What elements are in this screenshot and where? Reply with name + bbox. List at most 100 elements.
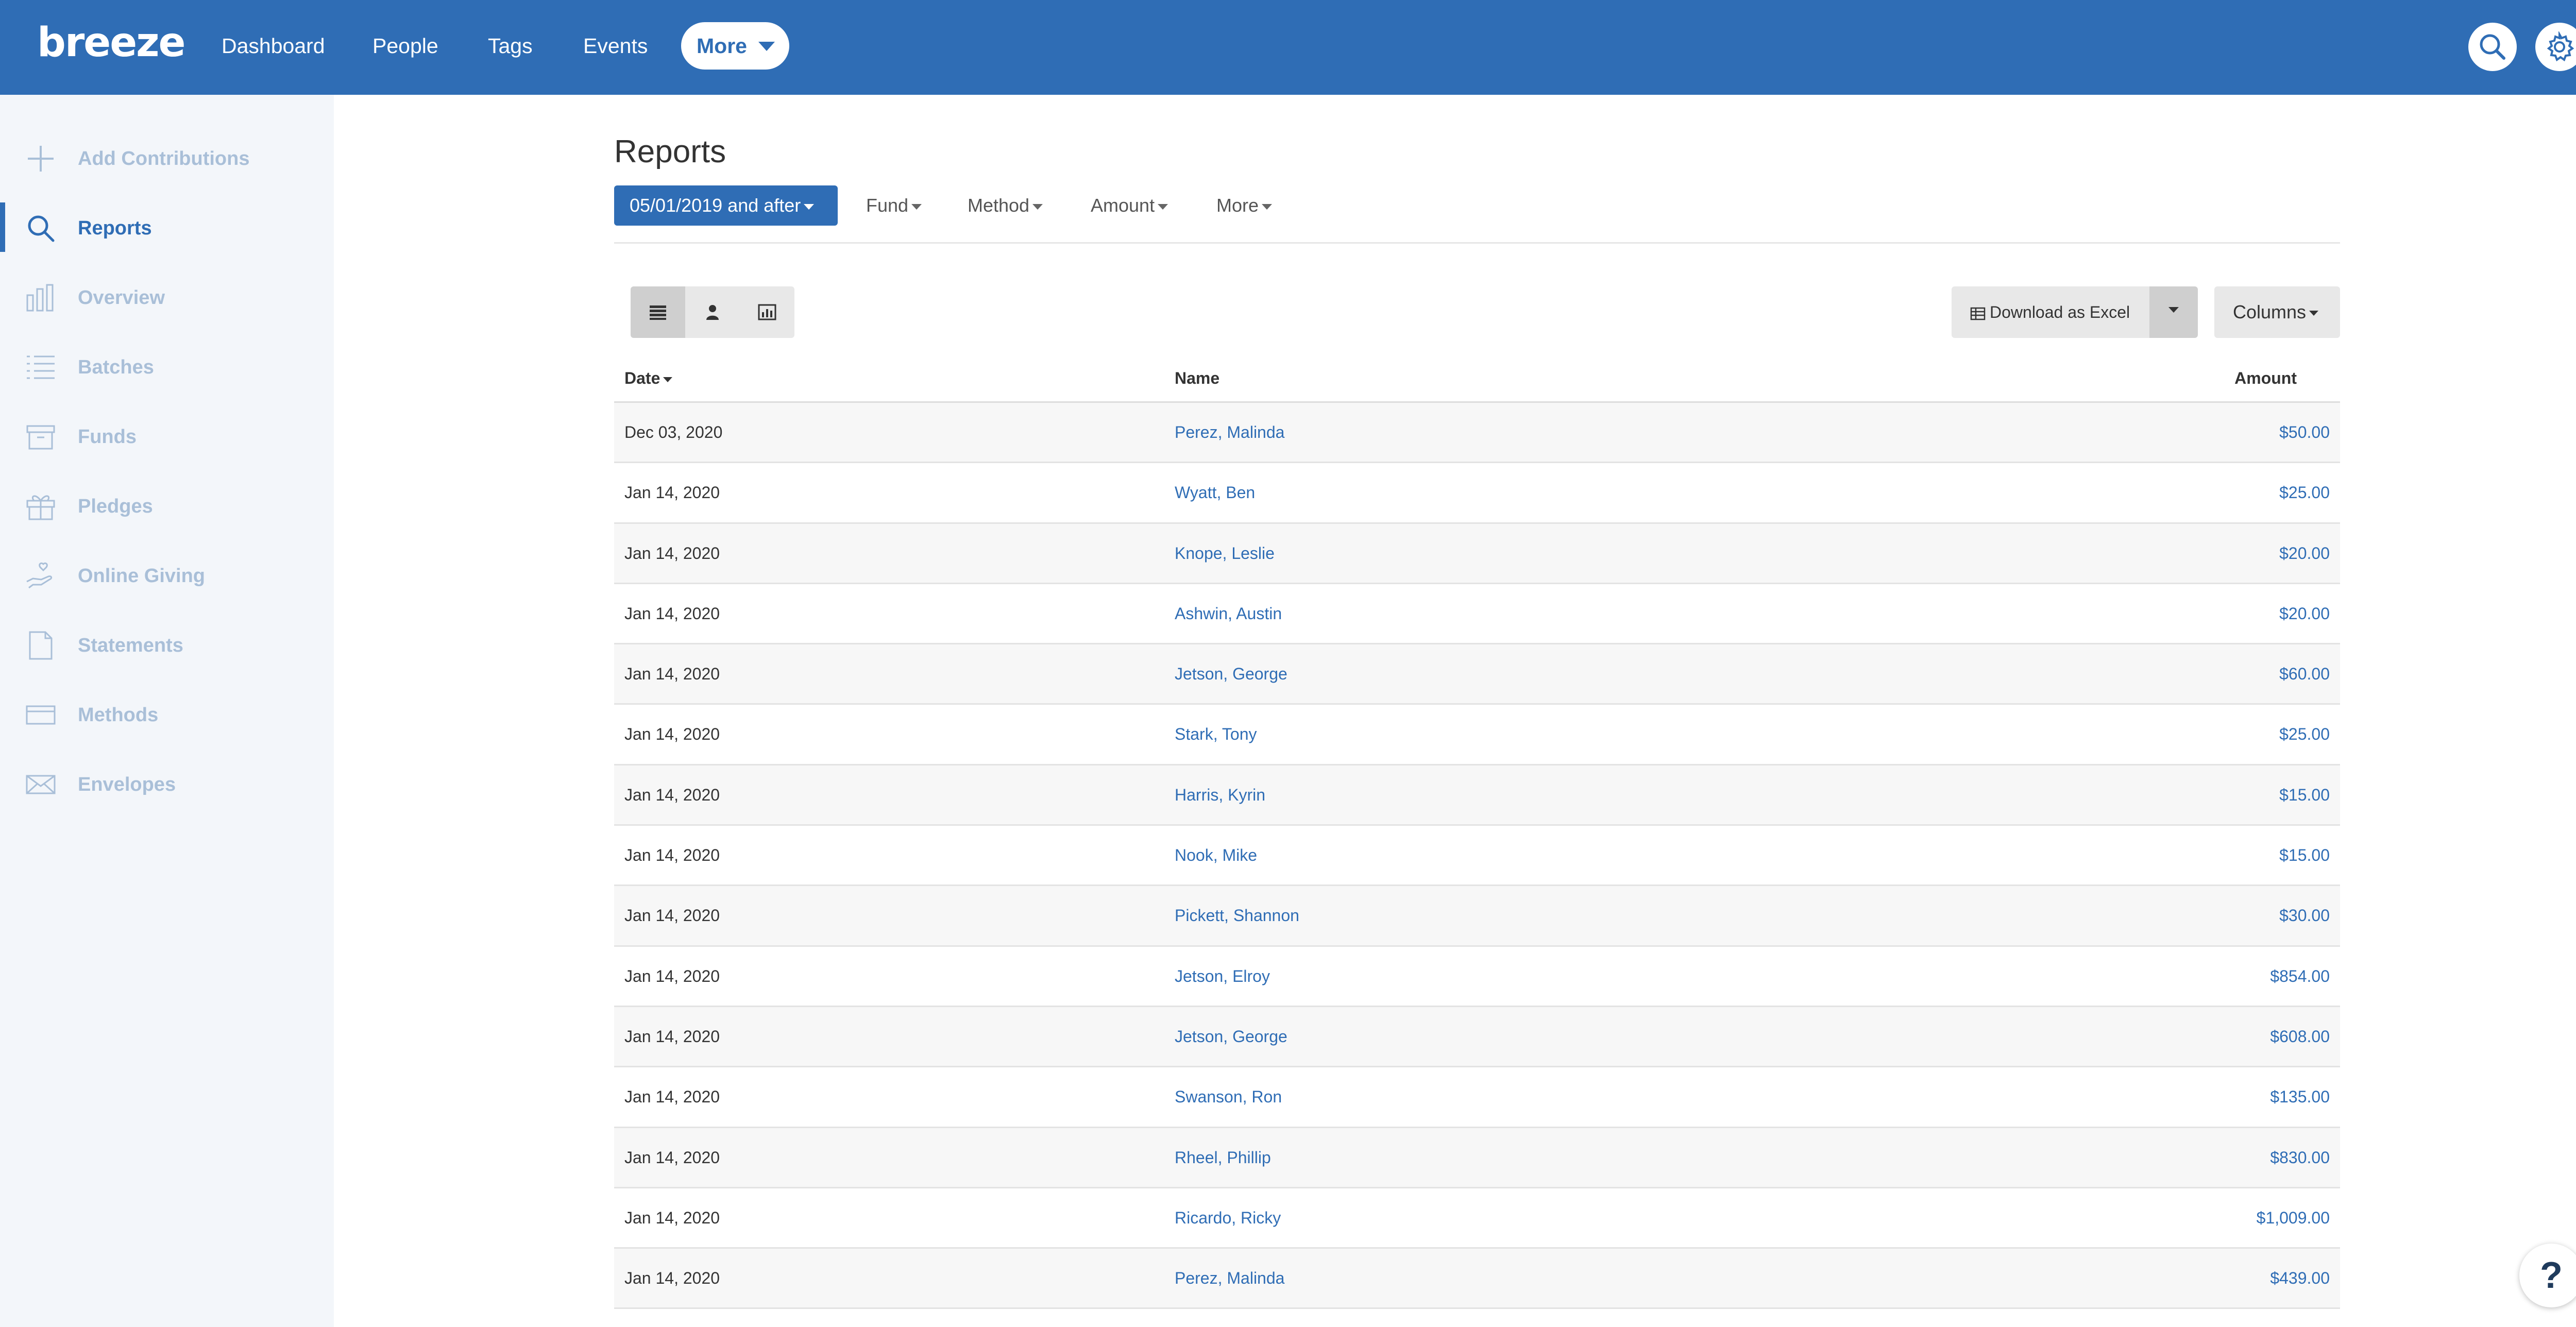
table-row[interactable]: Jan 14, 2020 Stark, Tony $25.00 <box>614 705 2340 765</box>
nav-people[interactable]: People <box>372 32 438 60</box>
breeze-logo[interactable]: breeze <box>37 20 185 66</box>
more-filter-label: More <box>1216 195 1259 216</box>
row-amount-link[interactable]: $25.00 <box>2279 482 2330 503</box>
sidebar-item-envelopes[interactable]: Envelopes <box>0 753 334 814</box>
sidebar-item-add-contributions[interactable]: Add Contributions <box>0 127 334 189</box>
row-amount-link[interactable]: $1,009.00 <box>2257 1207 2330 1229</box>
row-name-link[interactable]: Jetson, George <box>1175 663 1287 685</box>
sidebar-item-overview[interactable]: Overview <box>0 266 334 328</box>
help-button[interactable]: ? <box>2519 1244 2576 1307</box>
row-amount-link[interactable]: $854.00 <box>2270 965 2330 987</box>
sidebar-item-online-giving[interactable]: Online Giving <box>0 544 334 606</box>
sidebar: Add Contributions Reports Overview Batch… <box>0 95 334 1327</box>
sidebar-item-funds[interactable]: Funds <box>0 405 334 467</box>
row-date: Jan 14, 2020 <box>624 966 720 985</box>
column-header-date[interactable]: Date <box>624 366 673 390</box>
list-view-button[interactable] <box>631 286 685 338</box>
table-row[interactable]: Jan 14, 2020 Ricardo, Ricky $1,009.00 <box>614 1188 2340 1249</box>
row-amount-link[interactable]: $15.00 <box>2279 784 2330 806</box>
row-name-link[interactable]: Jetson, George <box>1175 1026 1287 1047</box>
download-excel-button[interactable]: Download as Excel <box>1952 286 2149 338</box>
sort-desc-icon <box>663 377 673 382</box>
row-amount-link[interactable]: $60.00 <box>2279 663 2330 685</box>
columns-dropdown[interactable]: Columns <box>2214 286 2340 338</box>
download-excel-label: Download as Excel <box>1990 303 2130 321</box>
row-date: Jan 14, 2020 <box>624 483 720 502</box>
row-name-link[interactable]: Ashwin, Austin <box>1175 603 1282 624</box>
row-name-link[interactable]: Rheel, Phillip <box>1175 1147 1271 1168</box>
table-row[interactable]: Jan 14, 2020 Swanson, Ron $135.00 <box>614 1067 2340 1128</box>
sidebar-item-reports[interactable]: Reports <box>0 196 334 258</box>
method-filter-dropdown[interactable]: Method <box>968 192 1043 219</box>
download-options-toggle[interactable] <box>2149 286 2198 338</box>
row-name-link[interactable]: Perez, Malinda <box>1175 1267 1284 1289</box>
row-amount-link[interactable]: $25.00 <box>2279 723 2330 745</box>
row-date: Jan 14, 2020 <box>624 604 720 623</box>
nav-events[interactable]: Events <box>583 32 648 60</box>
table-row[interactable]: Jan 14, 2020 Jetson, George $608.00 <box>614 1007 2340 1068</box>
row-amount-link[interactable]: $20.00 <box>2279 603 2330 624</box>
table-row[interactable]: Jan 14, 2020 Perez, Malinda $439.00 <box>614 1249 2340 1309</box>
chart-view-button[interactable] <box>740 286 794 338</box>
document-icon <box>29 631 53 660</box>
row-amount-link[interactable]: $830.00 <box>2270 1147 2330 1168</box>
row-name-link[interactable]: Jetson, Elroy <box>1175 965 1270 987</box>
plus-icon <box>28 146 54 172</box>
nav-dashboard[interactable]: Dashboard <box>222 32 325 60</box>
chevron-down-icon <box>1032 203 1043 210</box>
row-amount-link[interactable]: $50.00 <box>2279 421 2330 443</box>
row-name-link[interactable]: Ricardo, Ricky <box>1175 1207 1281 1229</box>
sidebar-item-label: Online Giving <box>78 565 206 587</box>
nav-tags[interactable]: Tags <box>488 32 533 60</box>
sidebar-item-batches[interactable]: Batches <box>0 335 334 397</box>
table-row[interactable]: Jan 14, 2020 Nook, Mike $15.00 <box>614 826 2340 887</box>
row-amount-link[interactable]: $30.00 <box>2279 905 2330 926</box>
person-view-icon <box>706 305 719 320</box>
fund-filter-dropdown[interactable]: Fund <box>866 192 922 219</box>
method-filter-label: Method <box>968 195 1030 216</box>
table-row[interactable]: Jan 14, 2020 Wyatt, Ben $25.00 <box>614 463 2340 524</box>
row-name-link[interactable]: Harris, Kyrin <box>1175 784 1265 806</box>
row-name-link[interactable]: Perez, Malinda <box>1175 421 1284 443</box>
sidebar-item-methods[interactable]: Methods <box>0 683 334 745</box>
row-name-link[interactable]: Nook, Mike <box>1175 844 1257 866</box>
row-amount-link[interactable]: $15.00 <box>2279 844 2330 866</box>
table-row[interactable]: Jan 14, 2020 Jetson, George $60.00 <box>614 644 2340 705</box>
search-icon <box>2480 34 2505 60</box>
sidebar-item-label: Statements <box>78 635 183 656</box>
chart-view-icon <box>758 304 776 320</box>
row-amount-link[interactable]: $20.00 <box>2279 542 2330 564</box>
row-name-link[interactable]: Stark, Tony <box>1175 723 1257 745</box>
table-icon <box>1970 307 1986 320</box>
table-row[interactable]: Dec 03, 2020 Perez, Malinda $50.00 <box>614 403 2340 464</box>
date-filter-dropdown[interactable]: 05/01/2019 and after <box>614 185 838 226</box>
person-view-button[interactable] <box>685 286 740 338</box>
table-row[interactable]: Jan 14, 2020 Jetson, Elroy $854.00 <box>614 947 2340 1007</box>
table-row[interactable]: Jan 14, 2020 Rheel, Phillip $830.00 <box>614 1128 2340 1188</box>
row-date: Jan 14, 2020 <box>624 1208 720 1227</box>
more-filter-dropdown[interactable]: More <box>1216 192 1273 219</box>
row-name-link[interactable]: Pickett, Shannon <box>1175 905 1299 926</box>
amount-filter-dropdown[interactable]: Amount <box>1091 192 1168 219</box>
row-amount-link[interactable]: $608.00 <box>2270 1026 2330 1047</box>
nav-more-dropdown[interactable]: More <box>681 22 789 70</box>
table-row[interactable]: Jan 14, 2020 Ashwin, Austin $20.00 <box>614 584 2340 645</box>
sidebar-item-pledges[interactable]: Pledges <box>0 474 334 536</box>
box-icon <box>26 425 55 450</box>
table-row[interactable]: Jan 14, 2020 Knope, Leslie $20.00 <box>614 523 2340 584</box>
settings-button[interactable] <box>2535 23 2576 71</box>
row-amount-link[interactable]: $439.00 <box>2270 1267 2330 1289</box>
table-row[interactable]: Jan 14, 2020 Harris, Kyrin $15.00 <box>614 765 2340 826</box>
row-name-link[interactable]: Wyatt, Ben <box>1175 482 1255 503</box>
filter-divider <box>614 242 2340 244</box>
column-header-amount[interactable]: Amount <box>2234 366 2297 390</box>
nav-more-label: More <box>697 34 747 58</box>
row-amount-link[interactable]: $135.00 <box>2270 1086 2330 1108</box>
column-header-name[interactable]: Name <box>1175 366 1219 390</box>
sidebar-item-label: Pledges <box>78 496 153 517</box>
search-button[interactable] <box>2468 23 2517 71</box>
row-name-link[interactable]: Swanson, Ron <box>1175 1086 1282 1108</box>
table-row[interactable]: Jan 14, 2020 Pickett, Shannon $30.00 <box>614 886 2340 947</box>
sidebar-item-statements[interactable]: Statements <box>0 614 334 675</box>
row-name-link[interactable]: Knope, Leslie <box>1175 542 1275 564</box>
